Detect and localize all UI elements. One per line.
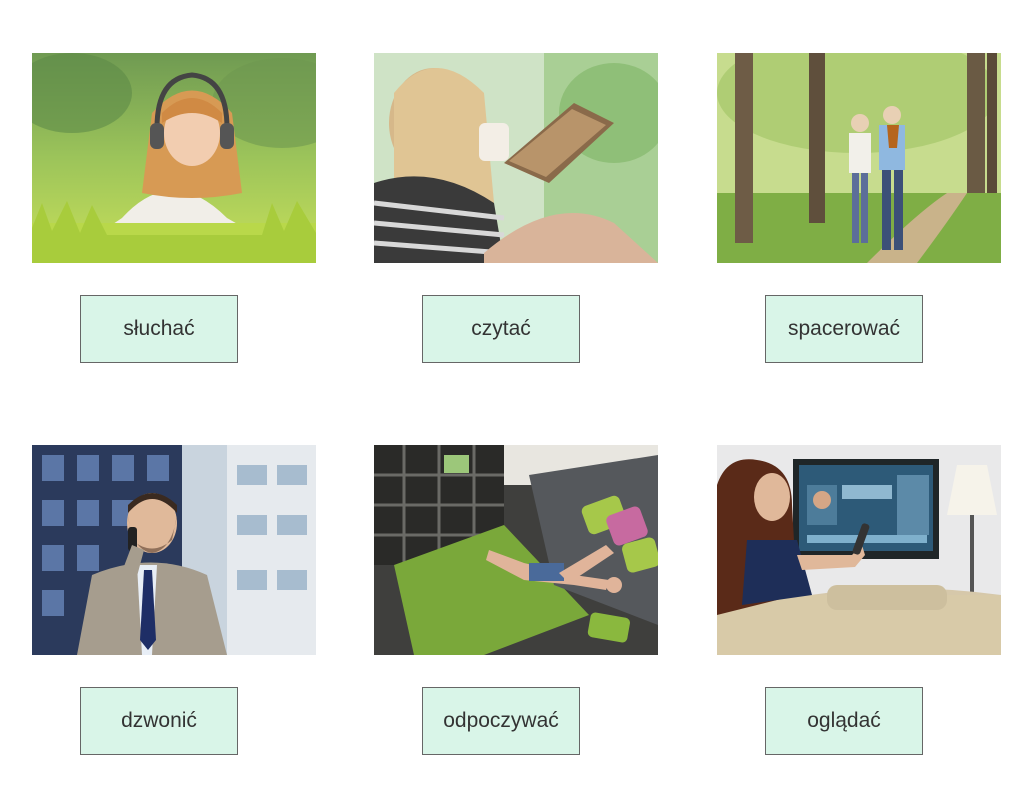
walking-photo <box>717 53 1001 263</box>
label-spacerowac[interactable]: spacerować <box>765 295 923 363</box>
label-odpoczywac[interactable]: odpoczywać <box>422 687 580 755</box>
label-czytac[interactable]: czytać <box>422 295 580 363</box>
resting-photo <box>374 445 658 655</box>
label-ogladac[interactable]: oglądać <box>765 687 923 755</box>
phone-call-photo <box>32 445 316 655</box>
listening-photo <box>32 53 316 263</box>
label-sluchac[interactable]: słuchać <box>80 295 238 363</box>
watching-tv-photo <box>717 445 1001 655</box>
label-dzwonic[interactable]: dzwonić <box>80 687 238 755</box>
reading-photo <box>374 53 658 263</box>
